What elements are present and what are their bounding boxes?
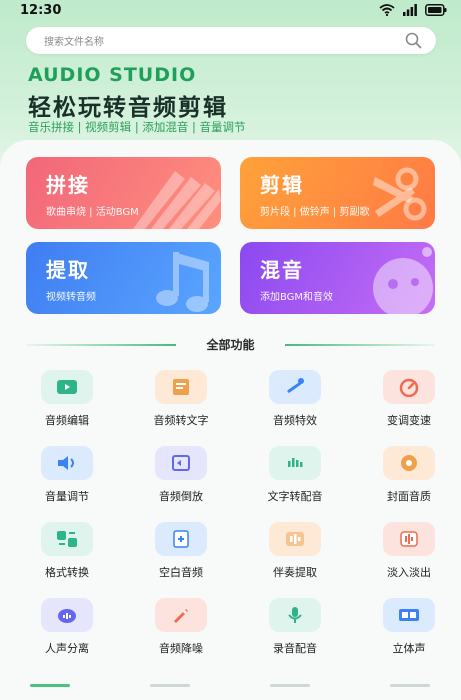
- document-icon: [155, 370, 207, 404]
- status-icons: [379, 4, 447, 16]
- feature-item[interactable]: 音频转文字: [127, 366, 235, 442]
- nav-indicator[interactable]: [150, 684, 190, 687]
- feature-label: 录音配音: [273, 642, 317, 655]
- nav-indicator[interactable]: [270, 684, 310, 687]
- nav-indicator-active[interactable]: [30, 684, 70, 687]
- signal-icon: [403, 4, 417, 16]
- play-icon: [41, 370, 93, 404]
- feature-item[interactable]: 封面音质: [355, 442, 461, 518]
- feature-tags: 音乐拼接 | 视频剪辑 | 添加混音 | 音量调节: [28, 120, 246, 134]
- feature-label: 伴奏提取: [273, 566, 317, 579]
- card-splice-sub: 歌曲串烧 | 活动BGM: [46, 207, 139, 218]
- feature-label: 淡入淡出: [387, 566, 431, 579]
- feature-label: 音频转文字: [153, 414, 209, 427]
- feature-item[interactable]: 音频降噪: [127, 594, 235, 670]
- card-extract-sub: 视频转音频: [46, 292, 96, 303]
- feature-item[interactable]: 音量调节: [13, 442, 121, 518]
- battery-icon: [425, 4, 447, 16]
- magic-wand-icon: [269, 370, 321, 404]
- waveform-icon: [269, 446, 321, 480]
- feature-item[interactable]: 淡入淡出: [355, 518, 461, 594]
- card-mix-title: 混音: [260, 258, 304, 282]
- rocket-icon: [155, 598, 207, 632]
- feature-item[interactable]: 变调变速: [355, 366, 461, 442]
- feature-label: 音频倒放: [159, 490, 203, 503]
- feature-label: 格式转换: [45, 566, 89, 579]
- stereo-icon: [383, 598, 435, 632]
- speaker-icon: [41, 446, 93, 480]
- add-file-icon: [155, 522, 207, 556]
- music-note-icon: [156, 252, 209, 312]
- card-splice[interactable]: 拼接 歌曲串烧 | 活动BGM: [26, 157, 221, 229]
- feature-item[interactable]: 伴奏提取: [241, 518, 349, 594]
- feature-item[interactable]: 音频编辑: [13, 366, 121, 442]
- voice-separate-icon: [41, 598, 93, 632]
- search-input[interactable]: 搜索文件名称: [44, 33, 104, 48]
- feature-label: 空白音频: [159, 566, 203, 579]
- card-edit[interactable]: 剪辑 剪片段 | 做铃声 | 剪副歌: [240, 157, 435, 229]
- divider-right: [285, 344, 435, 346]
- feature-label: 音量调节: [45, 490, 89, 503]
- feature-item[interactable]: 格式转换: [13, 518, 121, 594]
- extract-icon: [269, 522, 321, 556]
- card-extract-title: 提取: [46, 258, 90, 282]
- feature-item[interactable]: 立体声: [355, 594, 461, 670]
- feature-label: 文字转配音: [267, 490, 323, 503]
- feature-item[interactable]: 人声分离: [13, 594, 121, 670]
- feature-label: 人声分离: [45, 642, 89, 655]
- fade-wave-icon: [383, 522, 435, 556]
- status-time: 12:30: [20, 3, 62, 18]
- feature-label: 变调变速: [387, 414, 431, 427]
- feature-item[interactable]: 文字转配音: [241, 442, 349, 518]
- splice-stripes-icon: [133, 171, 221, 229]
- microphone-icon: [269, 598, 321, 632]
- brand-title: AUDIO STUDIO: [28, 64, 197, 86]
- wifi-icon: [379, 4, 395, 16]
- speedometer-icon: [383, 370, 435, 404]
- scissors-icon: [373, 167, 427, 221]
- feature-label: 立体声: [392, 642, 426, 655]
- feature-item[interactable]: 音频倒放: [127, 442, 235, 518]
- feature-label: 音频编辑: [45, 414, 89, 427]
- card-mix-sub: 添加BGM和音效: [260, 292, 334, 303]
- feature-item[interactable]: 空白音频: [127, 518, 235, 594]
- card-extract[interactable]: 提取 视频转音频: [26, 242, 221, 314]
- feature-item[interactable]: 录音配音: [241, 594, 349, 670]
- card-mix[interactable]: 混音 添加BGM和音效: [240, 242, 435, 314]
- rewind-icon: [155, 446, 207, 480]
- slogan: 轻松玩转音频剪辑: [28, 95, 228, 121]
- mix-face-icon: [373, 247, 433, 314]
- feature-label: 音频降噪: [159, 642, 203, 655]
- nav-indicator[interactable]: [390, 684, 430, 687]
- feature-label: 音频特效: [273, 414, 317, 427]
- status-bar: 12:30: [0, 0, 461, 22]
- feature-item[interactable]: 音频特效: [241, 366, 349, 442]
- card-edit-sub: 剪片段 | 做铃声 | 剪副歌: [260, 207, 370, 218]
- disc-icon: [383, 446, 435, 480]
- feature-label: 封面音质: [387, 490, 431, 503]
- card-edit-title: 剪辑: [260, 173, 304, 197]
- convert-icon: [41, 522, 93, 556]
- search-icon[interactable]: [405, 32, 422, 49]
- card-splice-title: 拼接: [46, 173, 90, 197]
- search-bar[interactable]: 搜索文件名称: [26, 27, 436, 54]
